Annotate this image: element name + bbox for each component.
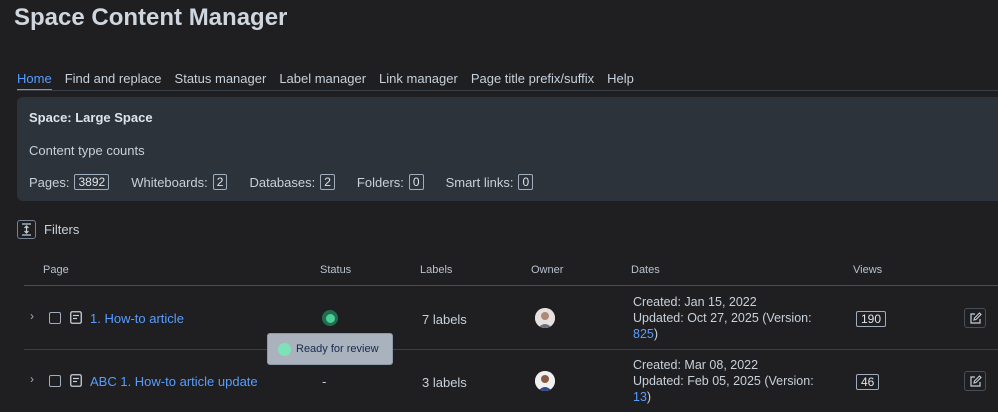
updated-date: Updated: Feb 05, 2025 (Version: bbox=[633, 374, 814, 388]
count-folders: Folders: 0 bbox=[357, 174, 424, 190]
count-label: Pages: bbox=[29, 174, 70, 190]
labels-count: 3 labels bbox=[422, 375, 467, 390]
chevron-right-icon[interactable]: › bbox=[30, 372, 34, 386]
count-whiteboards: Whiteboards: 2 bbox=[131, 174, 228, 190]
created-date: Created: Mar 08, 2022 bbox=[633, 358, 759, 372]
column-header-owner: Owner bbox=[531, 264, 564, 276]
updated-date: Updated: Oct 27, 2025 (Version: bbox=[633, 311, 812, 325]
page-title-link[interactable]: ABC 1. How-to article update bbox=[90, 374, 258, 389]
count-value: 2 bbox=[212, 174, 228, 190]
edit-page-button[interactable] bbox=[964, 308, 986, 328]
table-row: › ABC 1. How-to article update - 3 label… bbox=[24, 350, 998, 412]
count-label: Databases: bbox=[249, 174, 316, 190]
status-dot-icon bbox=[278, 342, 291, 356]
column-header-status: Status bbox=[320, 264, 352, 276]
count-value: 2 bbox=[320, 174, 335, 190]
status-empty: - bbox=[322, 374, 327, 389]
version-link[interactable]: 13 bbox=[633, 390, 647, 404]
row-checkbox[interactable] bbox=[49, 375, 61, 387]
tab-find-and-replace[interactable]: Find and replace bbox=[65, 71, 162, 91]
count-label: Folders: bbox=[356, 174, 404, 190]
content-type-counts-heading: Content type counts bbox=[29, 143, 145, 158]
chevron-right-icon[interactable]: › bbox=[30, 309, 34, 323]
tabs-divider bbox=[17, 90, 998, 91]
filters-toggle[interactable]: Filters bbox=[17, 220, 79, 239]
count-value: 0 bbox=[408, 174, 424, 190]
status-tooltip: Ready for review bbox=[267, 333, 393, 365]
dates-cell: Created: Jan 15, 2022 Updated: Oct 27, 2… bbox=[633, 294, 812, 342]
table-header: Page Status Labels Owner Dates Views bbox=[24, 262, 998, 286]
row-checkbox[interactable] bbox=[49, 312, 61, 324]
tab-bar: Home Find and replace Status manager Lab… bbox=[17, 71, 634, 91]
count-databases: Databases: 2 bbox=[249, 174, 335, 190]
owner-avatar[interactable] bbox=[535, 308, 555, 328]
edit-icon bbox=[969, 374, 982, 387]
version-suffix: ) bbox=[646, 390, 652, 404]
created-date: Created: Jan 15, 2022 bbox=[633, 295, 757, 309]
tab-status-manager[interactable]: Status manager bbox=[175, 71, 267, 91]
version-suffix: ) bbox=[653, 327, 659, 341]
expand-filters-icon[interactable] bbox=[17, 220, 36, 239]
column-header-labels: Labels bbox=[420, 264, 453, 276]
count-pages: Pages: 3892 bbox=[29, 174, 110, 190]
count-value: 3892 bbox=[74, 174, 110, 190]
labels-count: 7 labels bbox=[422, 312, 467, 327]
views-count: 190 bbox=[856, 311, 887, 327]
status-ready-for-review-icon[interactable] bbox=[322, 310, 338, 326]
tab-page-title-prefix-suffix[interactable]: Page title prefix/suffix bbox=[471, 71, 594, 91]
tooltip-text: Ready for review bbox=[296, 343, 379, 355]
page-icon bbox=[70, 374, 82, 390]
count-label: Whiteboards: bbox=[131, 174, 208, 190]
column-header-dates: Dates bbox=[631, 264, 660, 276]
filters-label: Filters bbox=[44, 222, 80, 237]
count-label: Smart links: bbox=[445, 174, 514, 190]
owner-avatar[interactable] bbox=[535, 371, 555, 391]
tab-help[interactable]: Help bbox=[607, 71, 634, 91]
content-type-counts: Pages: 3892 Whiteboards: 2 Databases: 2 … bbox=[29, 174, 534, 190]
app-title: Space Content Manager bbox=[14, 4, 288, 31]
views-count: 46 bbox=[856, 374, 880, 390]
version-link[interactable]: 825 bbox=[633, 327, 654, 341]
count-smart-links: Smart links: 0 bbox=[446, 174, 534, 190]
dates-cell: Created: Mar 08, 2022 Updated: Feb 05, 2… bbox=[633, 357, 814, 405]
space-title: Space: Large Space bbox=[29, 110, 153, 125]
tab-label-manager[interactable]: Label manager bbox=[279, 71, 366, 91]
edit-page-button[interactable] bbox=[964, 371, 986, 391]
table-row: › 1. How-to article 7 labels Created: Ja… bbox=[24, 287, 998, 349]
count-value: 0 bbox=[518, 174, 534, 190]
space-summary-panel: Space: Large Space Content type counts P… bbox=[17, 97, 998, 201]
column-header-views: Views bbox=[853, 264, 883, 276]
page-title-link[interactable]: 1. How-to article bbox=[90, 311, 184, 326]
tab-link-manager[interactable]: Link manager bbox=[379, 71, 458, 91]
edit-icon bbox=[969, 311, 982, 324]
header-divider bbox=[24, 285, 998, 286]
column-header-page: Page bbox=[43, 264, 69, 276]
tab-home[interactable]: Home bbox=[17, 71, 52, 91]
page-icon bbox=[70, 311, 82, 327]
